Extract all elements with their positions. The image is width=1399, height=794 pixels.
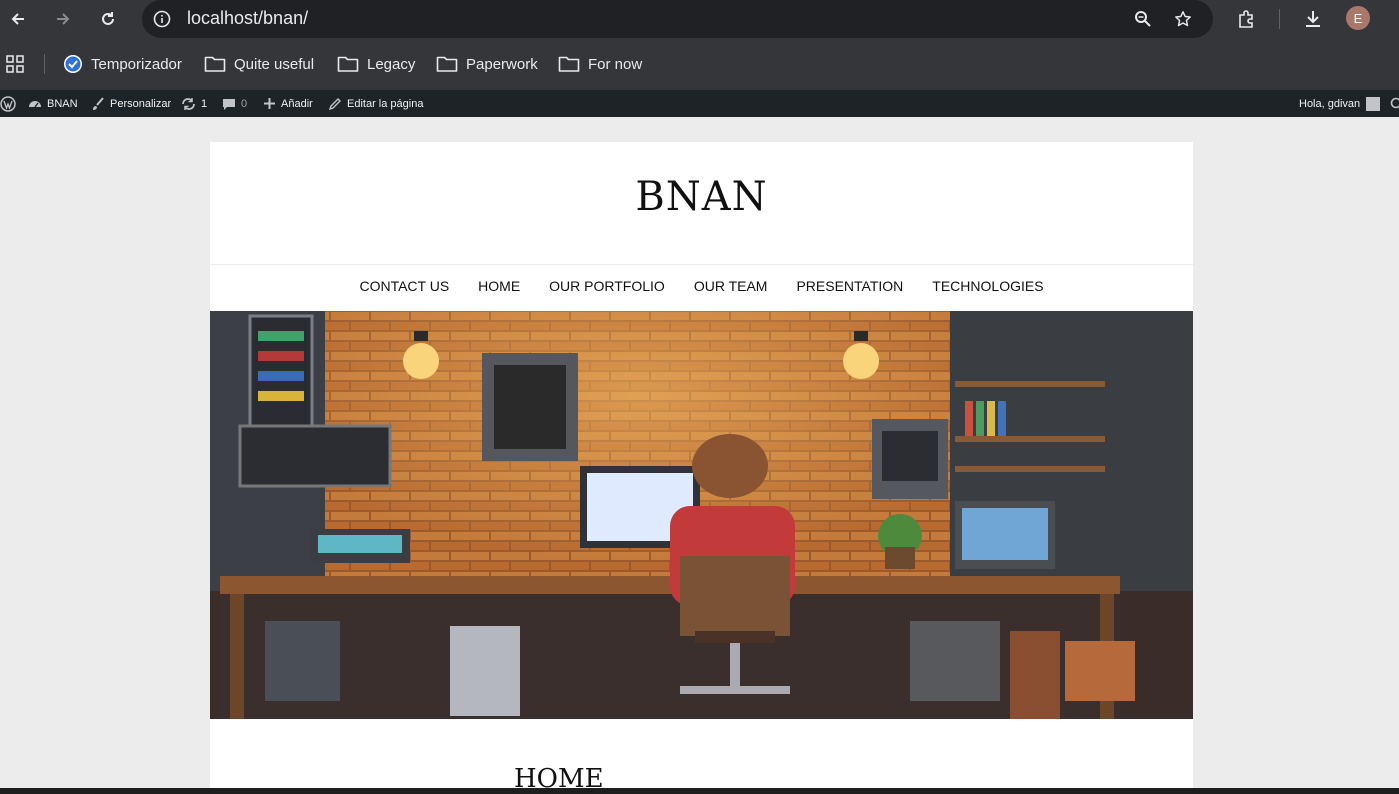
- clock-check-icon: [64, 55, 82, 73]
- bookmark-label: Paperwork: [466, 55, 538, 73]
- brush-icon: [93, 96, 104, 110]
- puzzle-icon: [1239, 10, 1253, 28]
- hero-image: [210, 311, 1193, 719]
- plus-icon: [264, 98, 275, 109]
- folder-icon: [337, 56, 359, 72]
- downloads-button[interactable]: [1300, 6, 1326, 32]
- menu-item-home[interactable]: HOME: [478, 278, 520, 294]
- wp-site-name[interactable]: BNAN: [28, 90, 78, 117]
- site-title[interactable]: BNAN: [210, 174, 1193, 220]
- reload-icon: [102, 12, 114, 25]
- wordpress-icon: [0, 95, 16, 112]
- search-icon: [1390, 97, 1399, 108]
- url-text[interactable]: localhost/bnan/: [187, 8, 308, 29]
- wp-search[interactable]: [1389, 90, 1399, 117]
- primary-menu: CONTACT US HOME OUR PORTFOLIO OUR TEAM P…: [210, 278, 1193, 294]
- bookmark-label: Quite useful: [234, 55, 315, 73]
- bookmark-folder-quite-useful[interactable]: Quite useful: [204, 51, 314, 77]
- back-button[interactable]: [5, 6, 31, 32]
- folder-icon: [204, 56, 226, 72]
- wp-site-label: BNAN: [47, 97, 78, 110]
- menu-item-contact-us[interactable]: CONTACT US: [359, 278, 449, 294]
- profile-avatar[interactable]: E: [1346, 6, 1370, 30]
- site-container: BNAN CONTACT US HOME OUR PORTFOLIO OUR T…: [210, 142, 1193, 794]
- wp-account[interactable]: Hola, gdivan: [1299, 90, 1381, 117]
- site-info-icon[interactable]: [149, 6, 175, 32]
- bookmark-folder-paperwork[interactable]: Paperwork: [436, 51, 538, 77]
- bookmark-label: Temporizador: [91, 55, 182, 73]
- user-avatar: [1366, 96, 1381, 111]
- bookmarks-bar: Temporizador Quite useful Legacy Paperwo…: [0, 38, 1399, 90]
- wp-comments-count: 0: [241, 97, 248, 110]
- comment-icon: [223, 98, 235, 110]
- wp-updates-count: 1: [201, 97, 208, 110]
- wp-add-new-label: Añadir: [281, 97, 313, 110]
- bookmark-temporizador[interactable]: Temporizador: [63, 51, 182, 77]
- arrow-right-icon: [57, 13, 70, 25]
- wp-customize[interactable]: Personalizar: [91, 90, 171, 117]
- wp-add-new[interactable]: Añadir: [263, 90, 313, 117]
- wp-edit-page-label: Editar la página: [347, 97, 424, 110]
- viewport-bottom-edge: [0, 788, 1399, 794]
- browser-toolbar: localhost/bnan/ E: [0, 0, 1399, 38]
- zoom-icon[interactable]: [1130, 6, 1156, 32]
- dashboard-icon: [29, 100, 41, 107]
- extensions-button[interactable]: [1233, 6, 1259, 32]
- folder-icon: [558, 56, 580, 72]
- folder-icon: [436, 56, 458, 72]
- download-icon: [1306, 11, 1320, 27]
- bookmark-label: Legacy: [367, 55, 416, 73]
- menu-item-our-team[interactable]: OUR TEAM: [694, 278, 768, 294]
- menu-item-presentation[interactable]: PRESENTATION: [796, 278, 903, 294]
- address-bar[interactable]: localhost/bnan/: [142, 0, 1213, 38]
- wp-customize-label: Personalizar: [110, 97, 172, 110]
- menu-item-our-portfolio[interactable]: OUR PORTFOLIO: [549, 278, 665, 294]
- bookmark-label: For now: [588, 55, 643, 73]
- wp-logo-button[interactable]: [0, 90, 21, 117]
- apps-grid-icon: [6, 55, 24, 73]
- arrow-left-icon: [11, 13, 24, 25]
- bookmark-folder-legacy[interactable]: Legacy: [337, 51, 415, 77]
- forward-button[interactable]: [50, 6, 76, 32]
- header-divider: [210, 264, 1193, 265]
- bookmark-folder-for-now[interactable]: For now: [558, 51, 642, 77]
- pixel-art-office-illustration: [210, 311, 1193, 719]
- bookmark-star-icon[interactable]: [1170, 6, 1196, 32]
- toolbar-separator: [1279, 9, 1280, 29]
- bookmarks-separator: [44, 54, 45, 74]
- wp-updates[interactable]: 1: [181, 90, 207, 117]
- reload-button[interactable]: [95, 6, 121, 32]
- wp-greeting: Hola, gdivan: [1299, 97, 1361, 110]
- updates-icon: [182, 97, 195, 110]
- wp-edit-page[interactable]: Editar la página: [328, 90, 423, 117]
- pencil-icon: [328, 97, 341, 110]
- menu-item-technologies[interactable]: TECHNOLOGIES: [932, 278, 1043, 294]
- wp-admin-bar: BNAN Personalizar 1 0 Añadir Editar la p…: [0, 90, 1399, 117]
- wp-comments[interactable]: 0: [222, 90, 247, 117]
- apps-button[interactable]: [5, 51, 33, 77]
